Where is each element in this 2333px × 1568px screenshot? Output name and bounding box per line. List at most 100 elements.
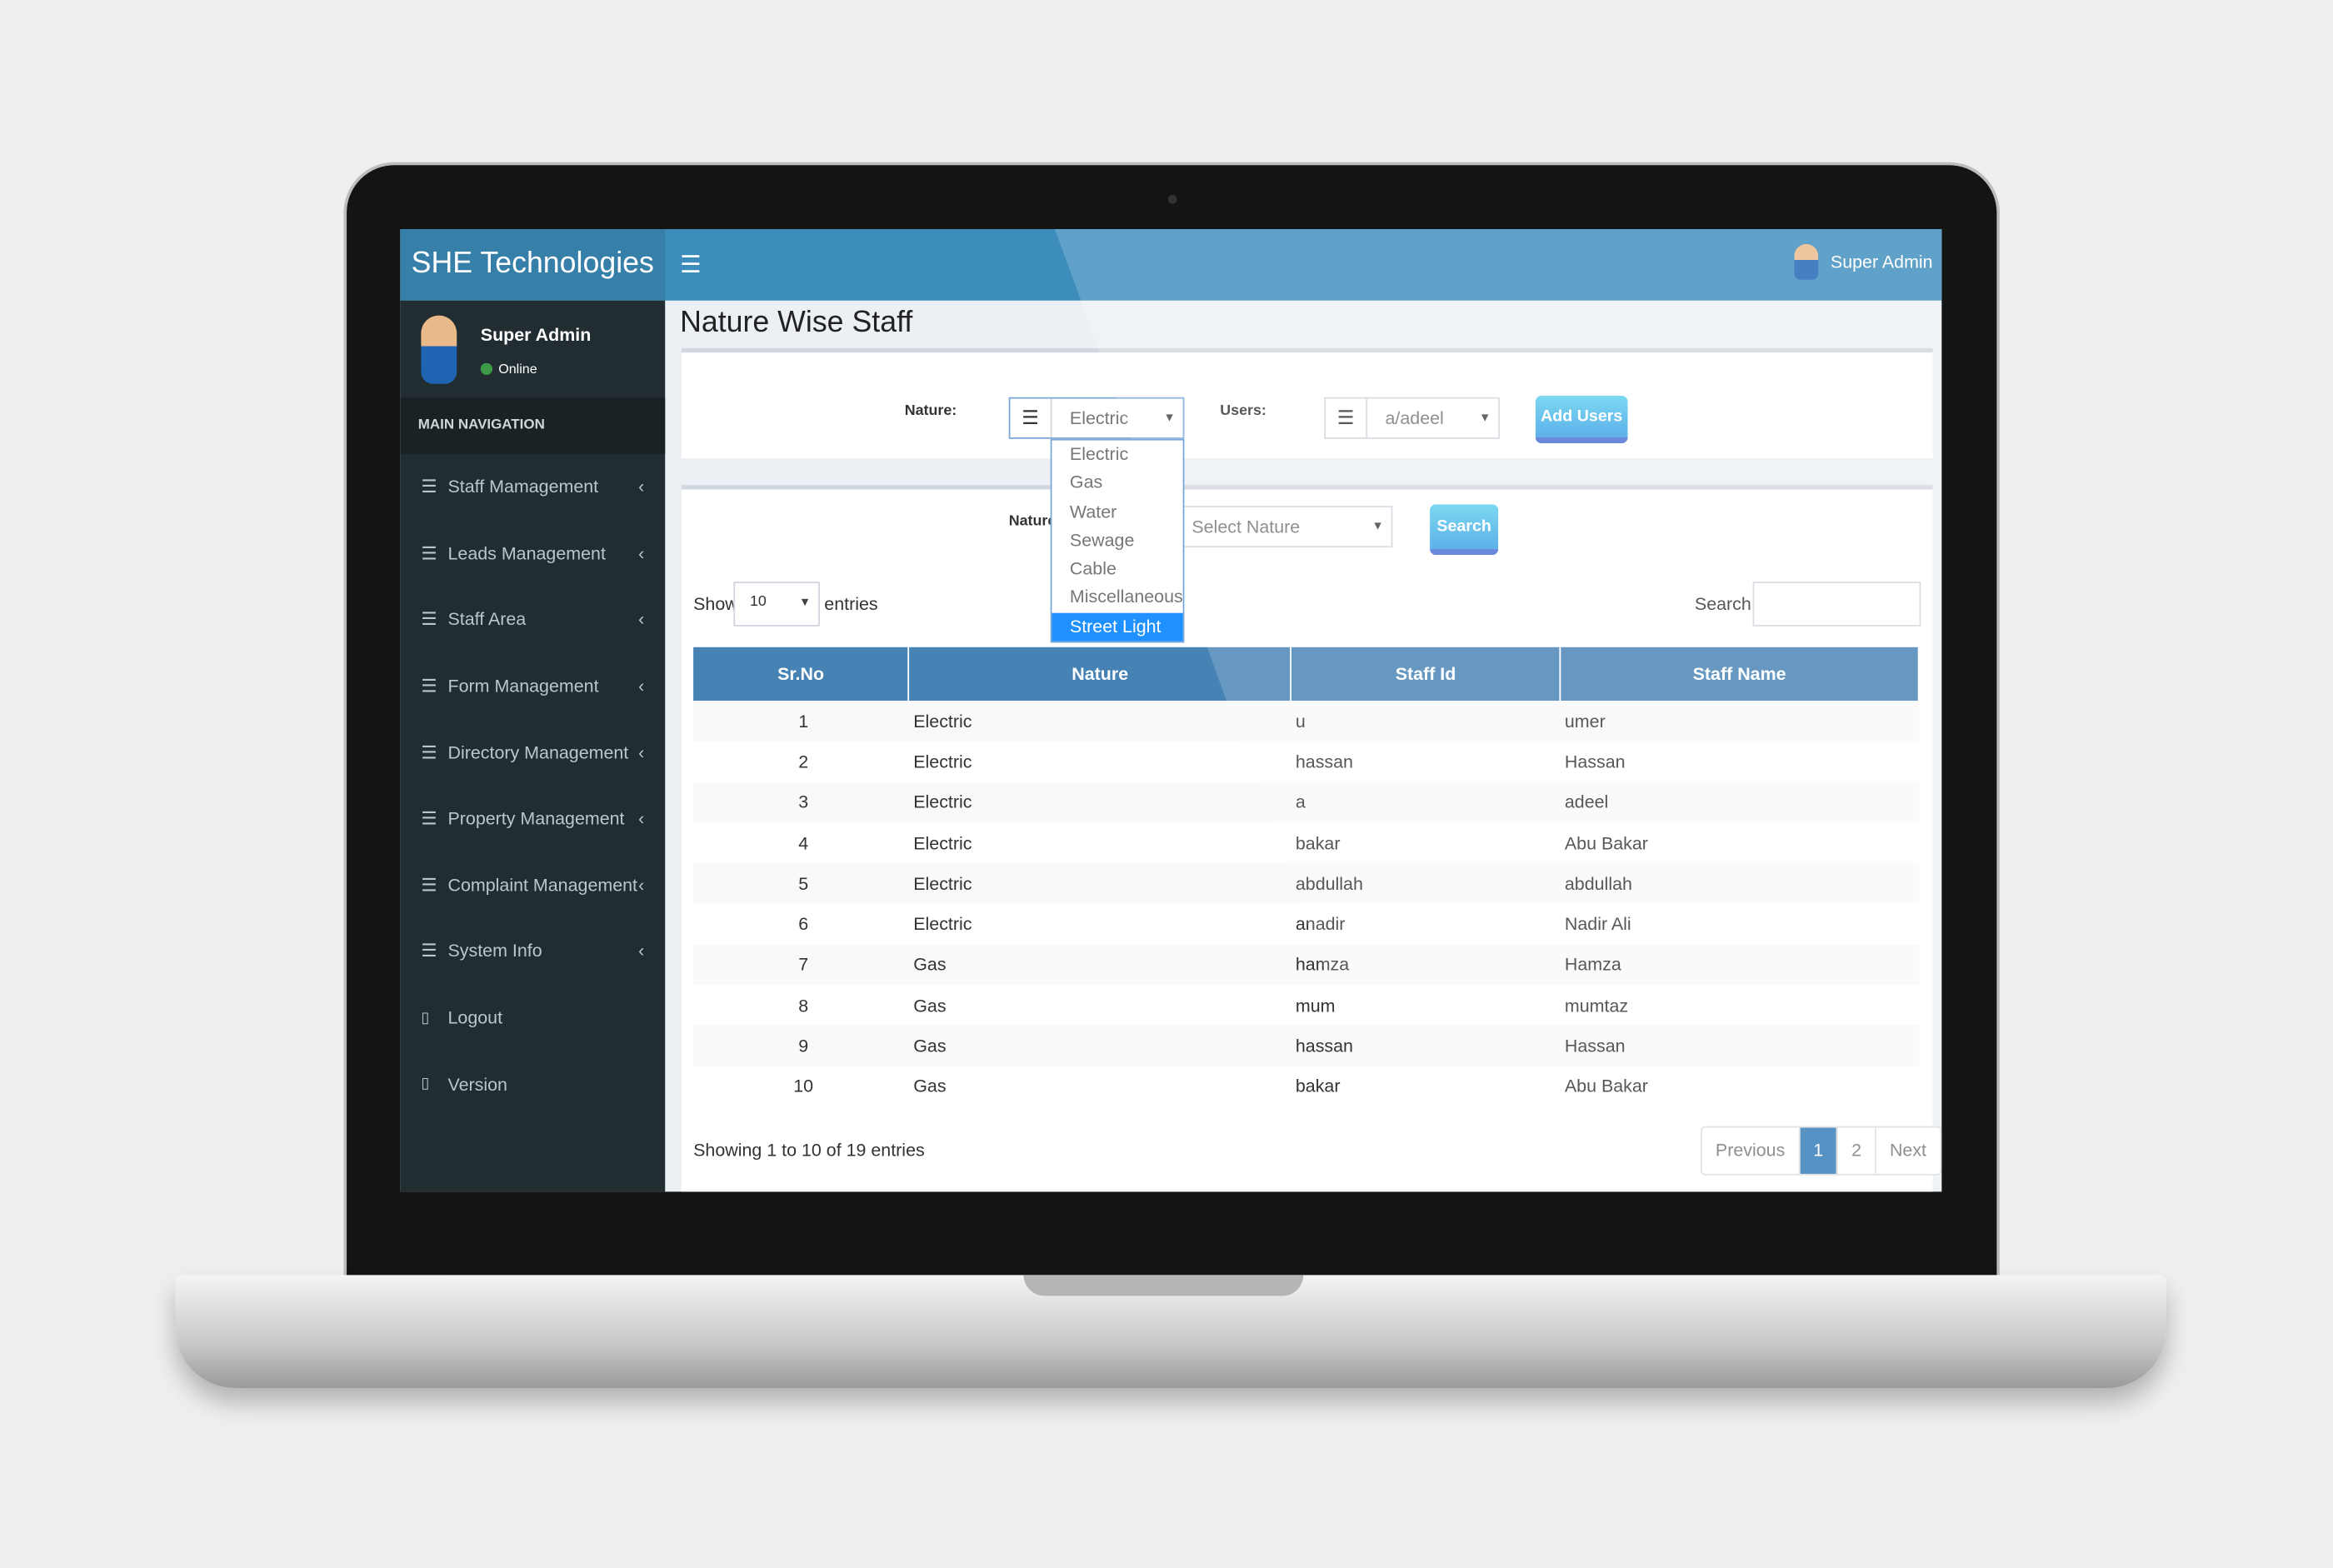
dropdown-option[interactable]: Cable [1052, 555, 1182, 583]
column-header[interactable]: Staff Id [1291, 647, 1561, 702]
table-row[interactable]: 5 Electric abdullah abdullah [693, 863, 1919, 904]
column-header[interactable]: Staff Name [1560, 647, 1920, 702]
sidebar-item-complaint-management[interactable]: ☰ Complaint Management ‹ [400, 851, 665, 918]
column-header[interactable]: Sr.No [693, 647, 910, 702]
users-select[interactable]: ☰ a/adeel ▼ [1324, 397, 1500, 439]
table-row[interactable]: 8 Gas mum mumtaz [693, 985, 1919, 1026]
nature-dropdown-list: Electric Gas Water Sewage Cable Miscellaneous… [1050, 438, 1185, 643]
search-button[interactable]: Search [1430, 504, 1499, 556]
sidebar-item-system-info[interactable]: ☰ System Info ‹ [400, 918, 665, 985]
sidebar-item-property-management[interactable]: ☰ Property Management ‹ [400, 786, 665, 852]
avatar [421, 315, 457, 384]
table-row[interactable]: 4 Electric bakar Abu Bakar [693, 822, 1919, 863]
table-cell: Nadir Ali [1564, 913, 1631, 935]
dropdown-option[interactable]: Miscellaneous [1052, 584, 1183, 612]
caret-down-icon: ▼ [1163, 410, 1176, 424]
page-2-button[interactable]: 2 [1838, 1127, 1876, 1174]
page-1-button[interactable]: 1 [1800, 1127, 1839, 1174]
show-label: Show [693, 593, 738, 615]
status-dot-icon [480, 362, 493, 375]
table-cell: u [1291, 701, 1561, 742]
header-user-menu[interactable]: Super Admin [1795, 243, 1933, 280]
box-icon: ▯ [421, 1009, 430, 1026]
add-users-button[interactable]: Add Users [1535, 395, 1628, 444]
entries-select-value: 10 ▼ [735, 583, 818, 625]
brand-logo[interactable]: SHE Technologies [400, 228, 666, 301]
users-label: Users: [1220, 402, 1266, 420]
table-cell: 4 [798, 832, 809, 854]
sidebar-item-leads-management[interactable]: ☰ Leads Management ‹ [400, 520, 665, 587]
sidebar-item-label: Complaint Management [447, 874, 638, 896]
table-cell: hassan [1295, 751, 1353, 772]
filter-nature-select[interactable]: Select Nature ▼ [1172, 506, 1393, 548]
list-icon: ☰ [421, 609, 437, 631]
sidebar-item-label: Version [447, 1073, 507, 1095]
laptop-base [175, 1275, 2166, 1389]
table-cell: Electric [908, 863, 1291, 904]
dropdown-option[interactable]: Sewage [1052, 527, 1182, 555]
table-cell: adeel [1560, 782, 1919, 823]
table-row[interactable]: 2 Electric hassan Hassan [693, 742, 1919, 782]
nature-label: Nature: [904, 402, 957, 420]
entries-label: entries [824, 593, 878, 615]
table-cell: umer [1560, 701, 1919, 742]
filter-select-value: Select Nature ▼ [1174, 507, 1391, 546]
sidebar-item-label: Property Management [447, 808, 625, 830]
chevron-left-icon: ‹ [638, 874, 645, 896]
table-cell: 9 [693, 1026, 909, 1066]
avatar [1795, 243, 1819, 280]
table-cell: Gas [913, 995, 947, 1016]
table-row[interactable]: 6 Electric anadir Nadir Ali [693, 904, 1919, 945]
entries-select[interactable]: 10 ▼ [733, 582, 820, 627]
sidebar-item-staff-mamagement[interactable]: ☰ Staff Mamagement ‹ [400, 454, 665, 521]
table-cell: Gas [908, 1026, 1291, 1066]
table-row[interactable]: 7 Gas hamza Hamza [693, 944, 1919, 986]
table-search-input[interactable] [1752, 582, 1921, 627]
table-cell: Gas [913, 1076, 947, 1097]
sidebar-item-staff-area[interactable]: ☰ Staff Area ‹ [400, 587, 665, 653]
table-cell: Electric [908, 701, 1291, 742]
chevron-left-icon: ‹ [638, 476, 645, 497]
top-header: SHE Technologies ☰ Super Admin [400, 228, 1942, 301]
list-icon: ☰ [1010, 398, 1052, 437]
next-page-button[interactable]: Next [1876, 1128, 1940, 1174]
previous-page-button[interactable]: Previous [1702, 1127, 1801, 1174]
entries-value: 10 [749, 593, 767, 611]
sidebar-item-logout[interactable]: ▯ Logout [400, 985, 665, 1051]
column-header[interactable]: Nature [908, 647, 1292, 702]
table-cell: bakar [1295, 1076, 1341, 1097]
nature-select[interactable]: ☰ Electric ▼ [1008, 397, 1185, 439]
chevron-left-icon: ‹ [638, 609, 645, 631]
sidebar-item-directory-management[interactable]: ☰ Directory Management ‹ [400, 719, 665, 786]
table-cell: 2 [798, 751, 809, 772]
chevron-left-icon: ‹ [638, 941, 645, 962]
list-icon: ☰ [421, 874, 437, 896]
table-row[interactable]: 10 Gas bakar Abu Bakar [693, 1066, 1919, 1107]
users-value: a/adeel [1385, 407, 1444, 429]
table-row[interactable]: 9 Gas hassan Hassan [693, 1026, 1919, 1066]
user-panel: Super Admin Online [400, 301, 665, 397]
dropdown-option[interactable]: Gas [1052, 469, 1182, 497]
dropdown-option[interactable]: Street Light [1052, 612, 1183, 642]
dropdown-option[interactable]: Electric [1052, 441, 1182, 469]
table-row[interactable]: 3 Electric a adeel [693, 782, 1919, 823]
menu-toggle-icon[interactable]: ☰ [680, 250, 702, 280]
online-status: Online [480, 362, 537, 377]
table-cell: abdullah [1291, 863, 1561, 904]
caret-down-icon: ▼ [799, 595, 812, 609]
table-cell: Hassan [1564, 751, 1626, 772]
sidebar-item-version[interactable]: ▯ Version [400, 1051, 665, 1117]
sidebar-item-label: Directory Management [447, 742, 629, 763]
sidebar-item-label: Leads Management [447, 542, 606, 564]
dropdown-option[interactable]: Water [1052, 497, 1182, 526]
table-cell: hassan [1291, 1026, 1561, 1066]
table-cell: 7 [693, 944, 909, 986]
table-cell: Electric [913, 751, 972, 772]
sidebar-item-form-management[interactable]: ☰ Form Management ‹ [400, 653, 665, 720]
table-row[interactable]: 1 Electric u umer [693, 701, 1919, 742]
users-select-value: a/adeel ▼ [1367, 399, 1498, 437]
table-cell: 5 [693, 863, 909, 904]
filter-placeholder: Select Nature [1191, 516, 1301, 537]
table-cell: mum [1295, 995, 1336, 1016]
chevron-left-icon: ‹ [638, 675, 645, 697]
